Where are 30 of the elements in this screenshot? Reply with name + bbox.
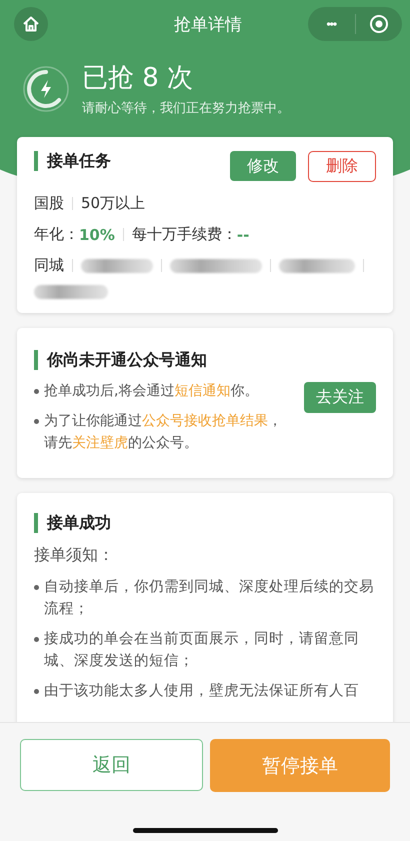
grab-count: 已抢 8 次 [82, 62, 194, 95]
card-title: 接单成功 [34, 513, 111, 533]
notice-heading: 接单须知： [34, 545, 115, 566]
page-title: 抢单详情 [174, 14, 242, 36]
redacted-text [81, 258, 153, 272]
edit-button[interactable]: 修改 [230, 151, 296, 181]
rate-label: 年化： [34, 225, 79, 244]
lightning-progress-icon [22, 64, 70, 112]
amount-range: 50万以上 [81, 194, 146, 213]
home-icon [22, 15, 40, 33]
back-button[interactable]: 返回 [20, 739, 202, 791]
fee-value: -- [236, 226, 250, 244]
home-button[interactable] [14, 7, 48, 41]
card-title: 接单任务 [34, 151, 111, 171]
delete-button[interactable]: 删除 [308, 151, 376, 182]
notice-text: 自动接单后，你仍需到同城、深度处理后续的交易流程； [44, 578, 375, 619]
more-button[interactable]: ••• [308, 7, 354, 41]
card-title: 你尚未开通公众号通知 [34, 350, 207, 370]
fee-label: 每十万手续费： [132, 225, 237, 244]
notice-text: 为了让你能通过公众号接收抢单结果，请先关注壁虎的公众号。 [44, 412, 283, 453]
rate-value: 10% [79, 226, 115, 244]
target-icon [368, 14, 389, 34]
pause-button[interactable]: 暂停接单 [210, 739, 390, 792]
bill-type: 国股 [34, 194, 64, 213]
notice-text: 抢单成功后,将会通过短信通知你。 [44, 382, 260, 401]
notice-text: 接成功的单会在当前页面展示，同时，请留意同城、深度发送的短信； [44, 630, 360, 671]
status-message: 请耐心等待，我们正在努力抢票中。 [82, 100, 290, 117]
city-label: 同城 [34, 256, 64, 275]
notice-text: 由于该功能太多人使用，壁虎无法保证所有人百 [44, 682, 360, 701]
follow-button[interactable]: 去关注 [304, 382, 376, 413]
